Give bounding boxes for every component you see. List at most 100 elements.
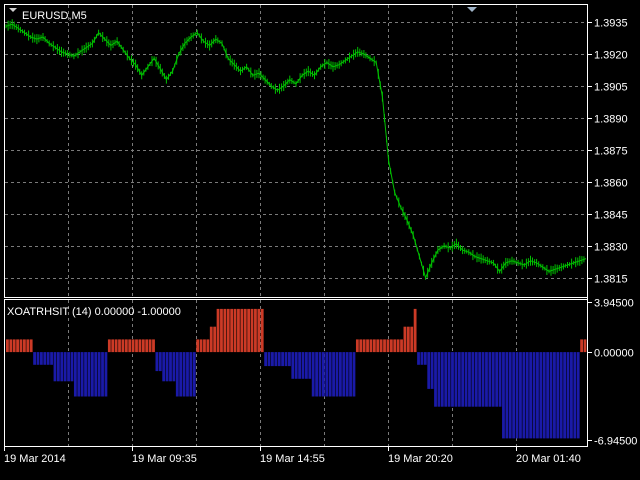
histogram-bar bbox=[563, 352, 567, 439]
indicator-tick-label: 0.00000 bbox=[594, 348, 634, 360]
histogram-bar bbox=[230, 308, 234, 353]
histogram-bar bbox=[114, 339, 118, 353]
histogram-bar bbox=[362, 339, 366, 353]
time-axis[interactable]: 19 Mar 2014 19 Mar 09:35 19 Mar 14:55 19 Ma… bbox=[4, 446, 581, 465]
histogram-bar bbox=[90, 352, 94, 397]
histogram-bar bbox=[355, 339, 359, 353]
histogram-bar bbox=[240, 308, 244, 353]
histogram-bar bbox=[118, 339, 121, 353]
histogram-bar bbox=[53, 352, 57, 382]
histogram-bar bbox=[84, 352, 87, 397]
histogram-bar bbox=[107, 339, 111, 353]
histogram-bar bbox=[277, 352, 281, 367]
histogram-bar bbox=[104, 352, 108, 397]
histogram-bar bbox=[471, 352, 475, 407]
histogram-bar bbox=[233, 308, 237, 353]
histogram-bar bbox=[321, 352, 325, 397]
histogram-bar bbox=[148, 339, 152, 353]
histogram-bar bbox=[179, 352, 183, 397]
histogram-bar bbox=[393, 339, 397, 353]
histogram-bar bbox=[243, 308, 247, 353]
histogram-bar bbox=[111, 339, 115, 353]
histogram-bar bbox=[457, 352, 461, 407]
histogram-bar bbox=[566, 352, 570, 439]
time-tick-label: 19 Mar 14:55 bbox=[260, 453, 325, 465]
histogram-bar bbox=[325, 352, 329, 397]
histogram-bar bbox=[515, 352, 519, 439]
histogram-bar bbox=[454, 352, 458, 407]
histogram-bar bbox=[80, 352, 84, 397]
indicator-tick-label: -6.94500 bbox=[594, 436, 637, 448]
histogram-bar bbox=[444, 352, 448, 407]
histogram-bar bbox=[491, 352, 495, 407]
histogram-bar bbox=[60, 352, 64, 382]
histogram-bar bbox=[403, 326, 407, 353]
histogram-bar bbox=[155, 352, 159, 372]
histogram-bar bbox=[209, 326, 213, 353]
price-tick-label: 1.3920 bbox=[594, 50, 628, 62]
price-tick-label: 1.3905 bbox=[594, 82, 628, 94]
histogram-bar bbox=[583, 339, 587, 353]
histogram-bar bbox=[383, 339, 386, 353]
histogram-bar bbox=[288, 352, 291, 367]
histogram-bar bbox=[175, 352, 179, 397]
histogram-bar bbox=[19, 339, 23, 353]
histogram-bar bbox=[427, 352, 431, 389]
histogram-bar bbox=[440, 352, 444, 407]
histogram-bar bbox=[451, 352, 454, 407]
histogram-bar bbox=[519, 352, 522, 439]
histogram-bar bbox=[264, 352, 268, 367]
histogram-bar bbox=[485, 352, 488, 407]
time-tick-label: 19 Mar 2014 bbox=[4, 453, 66, 465]
histogram-bar bbox=[559, 352, 563, 439]
histogram-bar bbox=[172, 352, 176, 382]
histogram-bar bbox=[39, 352, 43, 365]
histogram-bar bbox=[36, 352, 40, 365]
histogram-bar bbox=[553, 352, 556, 439]
histogram-bar bbox=[145, 339, 149, 353]
time-tick-label: 19 Mar 09:35 bbox=[132, 453, 197, 465]
histogram-bar bbox=[369, 339, 373, 353]
histogram-bar bbox=[186, 352, 189, 397]
histogram-bar bbox=[308, 352, 312, 379]
histogram-bar bbox=[474, 352, 478, 407]
histogram-bar bbox=[165, 352, 169, 382]
histogram-bar bbox=[522, 352, 526, 439]
histogram-bar bbox=[267, 352, 271, 367]
histogram-bar bbox=[26, 339, 30, 353]
price-axis[interactable]: 1.3935 1.3920 1.3905 1.3890 1.3875 1.3860 1.38… bbox=[587, 18, 628, 286]
histogram-bar bbox=[237, 308, 240, 353]
histogram-bar bbox=[220, 308, 223, 353]
histogram-bar bbox=[247, 308, 251, 353]
histogram-bar bbox=[192, 352, 196, 397]
histogram-bar bbox=[546, 352, 550, 439]
histogram-bar bbox=[250, 308, 254, 353]
histogram-bar bbox=[423, 352, 427, 365]
histogram-bar bbox=[226, 308, 230, 353]
histogram-bar bbox=[505, 352, 509, 439]
histogram-bar bbox=[274, 352, 278, 367]
histogram-bar bbox=[128, 339, 132, 353]
histogram-bar bbox=[328, 352, 332, 397]
histogram-bar bbox=[410, 326, 414, 353]
histogram-bar bbox=[12, 339, 16, 353]
histogram-bar bbox=[213, 326, 217, 353]
histogram-bar bbox=[56, 352, 60, 382]
histogram-bar bbox=[468, 352, 471, 407]
histogram-bar bbox=[576, 352, 580, 439]
histogram-bar bbox=[77, 352, 81, 397]
time-tick-label: 20 Mar 01:40 bbox=[516, 453, 581, 465]
histogram-bar bbox=[152, 339, 155, 353]
histogram-bar bbox=[291, 352, 295, 379]
price-tick-label: 1.3860 bbox=[594, 178, 628, 190]
histogram-bar bbox=[386, 339, 390, 353]
histogram-bar bbox=[182, 352, 186, 397]
histogram-bar bbox=[94, 352, 98, 397]
histogram-bar bbox=[417, 352, 420, 365]
price-tick-label: 1.3890 bbox=[594, 114, 628, 126]
histogram-bar bbox=[498, 352, 502, 407]
histogram-bar bbox=[379, 339, 383, 353]
histogram-bar bbox=[345, 352, 349, 397]
histogram-bar bbox=[22, 339, 26, 353]
histogram-bar bbox=[206, 339, 210, 353]
